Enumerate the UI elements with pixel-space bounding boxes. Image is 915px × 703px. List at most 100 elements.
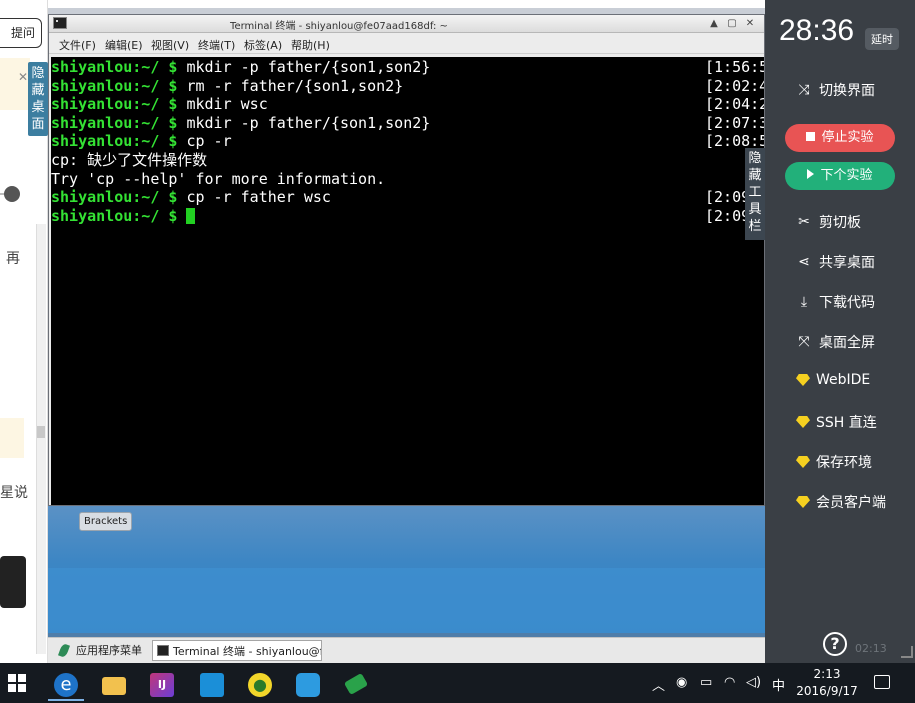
terminal-line: shiyanlou:~/ $ cp -r father wsc [51,188,331,207]
menu-view[interactable]: 视图(V) [151,37,189,53]
hide-toolbar-button[interactable]: 隐藏工具栏 [745,148,765,240]
windows-taskbar: e IJ ● ︿ ◉ ▭ ◠ ◁) 中 2:13 2016/9/17 [0,663,915,703]
baidu-cloud-icon[interactable] [286,667,330,701]
save-env-button[interactable]: 保存环境 [793,452,872,472]
shuffle-icon: ⤨ [798,82,810,98]
help-icon[interactable]: ? [823,632,847,656]
share-desktop-button[interactable]: ⋖ 共享桌面 [793,252,875,272]
volume-icon[interactable]: ◁) [746,675,761,690]
leaf-icon [58,643,70,658]
webide-button[interactable]: WebIDE [793,372,870,388]
terminal-task-button[interactable]: Terminal 终端 - shiyanlou@f… [152,640,322,661]
clock-date: 2016/9/17 [796,684,858,698]
menu-terminal[interactable]: 终端(T) [198,37,235,53]
menu-edit[interactable]: 编辑(E) [105,37,143,53]
ssh-button[interactable]: SSH 直连 [793,412,877,432]
shell-prompt: shiyanlou:~/ $ [51,132,178,151]
member-client-button[interactable]: 会员客户端 [793,492,886,512]
diamond-icon [796,456,810,468]
shell-prompt: shiyanlou:~/ $ [51,58,178,76]
ask-question-button[interactable]: 提问 [0,18,42,48]
maximize-icon[interactable]: ▢ [725,17,739,31]
resize-grip-icon[interactable] [901,646,913,658]
clipboard-button[interactable]: ✂ 剪切板 [793,212,861,232]
fullscreen-button[interactable]: ⤧ 桌面全屏 [793,332,875,352]
command-timestamp: [2:04:29] [705,95,764,114]
webide-label: WebIDE [816,372,871,388]
browser-page-left: 提问 ✕ 隐藏桌面 再 星说 [0,0,48,663]
file-explorer-icon[interactable] [92,667,136,701]
diamond-icon [796,496,810,508]
edge-browser-icon[interactable]: e [44,667,88,701]
clock-time: 2:13 [813,667,841,681]
dark-button[interactable] [0,556,26,608]
shell-prompt: shiyanlou:~/ $ [51,188,178,207]
vs-glyph [200,673,224,697]
terminal-titlebar[interactable]: Terminal 终端 - shiyanlou@fe07aad168df: ~ … [49,15,764,33]
page-text-fragment: 再 [6,251,20,267]
stop-icon [806,132,816,141]
download-code-label: 下载代码 [819,295,875,311]
shell-prompt: shiyanlou:~/ $ [51,95,178,114]
next-icon [807,169,815,179]
windows-start-icon[interactable] [8,674,26,692]
battery-icon[interactable]: ▭ [700,675,712,690]
expand-icon: ⤧ [798,334,810,350]
minimize-icon[interactable]: ▲ [707,17,721,31]
visual-studio-icon[interactable] [190,667,234,701]
edge-glyph: e [54,673,78,697]
wifi-icon[interactable]: ◠ [724,675,735,690]
slider-handle[interactable] [4,186,20,202]
intellij-idea-icon[interactable]: IJ [140,667,184,701]
notice-panel-2 [0,418,24,458]
terminal-line: shiyanlou:~/ $ [51,207,196,226]
close-icon[interactable]: ✕ [18,70,28,84]
menu-help[interactable]: 帮助(H) [291,37,330,53]
terminal-line: Try 'cp --help' for more information. [51,169,386,188]
scissors-icon: ✂ [798,214,810,230]
share-desktop-label: 共享桌面 [819,255,875,271]
next-lab-button[interactable]: 下个实验 [785,162,895,190]
paw-app-icon[interactable]: ● [238,667,282,701]
terminal-window: Terminal 终端 - shiyanlou@fe07aad168df: ~ … [48,14,765,506]
command-timestamp: [2:07:38] [705,113,764,132]
terminal-line: cp: 缺少了文件操作数 [51,151,208,169]
terminal-output[interactable]: shiyanlou:~/ $ mkdir -p father/{son1,son… [51,57,764,505]
command-text: cp -r father wsc [177,188,331,207]
brackets-desktop-icon-label[interactable]: Brackets [79,512,133,531]
stop-lab-label: 停止实验 [821,130,874,145]
diamond-icon [796,374,810,386]
chevron-up-icon[interactable]: ︿ [652,675,665,694]
hide-desktop-button[interactable]: 隐藏桌面 [28,62,48,136]
terminal-cursor [186,207,196,224]
idea-glyph: IJ [150,673,174,697]
terminal-menubar: 文件(F) 编辑(E) 视图(V) 终端(T) 标签(A) 帮助(H) [49,34,764,54]
delay-button[interactable]: 延时 [865,28,899,50]
menu-file[interactable]: 文件(F) [59,37,96,53]
folder-glyph [102,677,126,695]
save-env-label: 保存环境 [816,455,872,471]
faint-clock: 02:13 [855,642,887,655]
close-icon[interactable]: ✕ [743,17,757,31]
tool-app-icon[interactable] [336,667,380,701]
shell-prompt: shiyanlou:~/ $ [51,76,178,95]
command-timestamp: [2:02:49] [705,76,764,95]
system-clock[interactable]: 2:13 2016/9/17 [792,666,862,700]
scrollbar[interactable] [36,224,46,654]
page-text-fragment-2: 星说 [0,485,28,501]
terminal-line: shiyanlou:~/ $ mkdir -p father/{son1,son… [51,114,430,133]
record-icon[interactable]: ◉ [676,675,687,690]
menu-tabs[interactable]: 标签(A) [244,37,282,53]
command-text [177,207,186,225]
switch-view-button[interactable]: ⤨ 切换界面 [793,80,875,100]
remote-panel-taskbar: 应用程序菜单 Terminal 终端 - shiyanlou@f… [48,637,765,663]
notification-icon[interactable] [874,675,890,689]
app-menu-button[interactable]: 应用程序菜单 [52,640,150,661]
terminal-task-label: Terminal 终端 - shiyanlou@f… [173,645,322,658]
stop-lab-button[interactable]: 停止实验 [785,124,895,152]
command-text: rm -r father/{son1,son2} [177,76,404,95]
scrollbar-thumb[interactable] [37,426,45,438]
download-code-button[interactable]: ⤓ 下载代码 [793,292,875,312]
terminal-line: shiyanlou:~/ $ cp -r [51,132,232,151]
ime-indicator[interactable]: 中 [772,675,785,694]
